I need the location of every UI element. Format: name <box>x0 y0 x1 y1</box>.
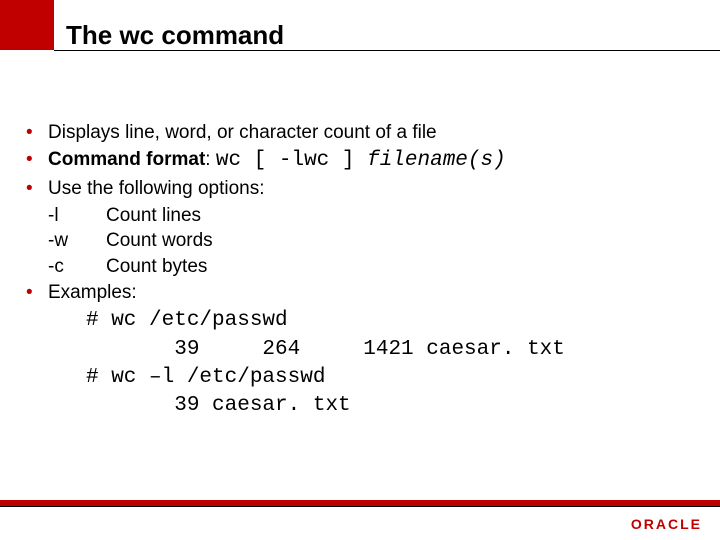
option-desc: Count bytes <box>106 254 207 280</box>
examples-block: # wc /etc/passwd 39 264 1421 caesar. txt… <box>86 307 694 420</box>
options-list: -lCount lines-wCount words-cCount bytes <box>48 203 694 280</box>
corner-accent <box>0 0 54 50</box>
footer-rule <box>0 506 720 507</box>
option-row: -lCount lines <box>48 203 694 229</box>
slide-body: • Displays line, word, or character coun… <box>26 120 694 421</box>
option-flag: -c <box>48 254 106 280</box>
bullet-icon: • <box>26 147 48 173</box>
colon: : <box>205 149 216 170</box>
bullet-item: • Examples: <box>26 280 694 306</box>
option-row: -cCount bytes <box>48 254 694 280</box>
bullet-item: • Use the following options: <box>26 176 694 202</box>
command-arg: filename(s) <box>367 149 506 172</box>
bullet-text: Command format: wc [ -lwc ] filename(s) <box>48 147 694 175</box>
option-flag: -l <box>48 203 106 229</box>
label-command-format: Command format <box>48 149 205 170</box>
option-desc: Count words <box>106 228 213 254</box>
bullet-text: Examples: <box>48 280 694 306</box>
bullet-item: • Displays line, word, or character coun… <box>26 120 694 146</box>
option-row: -wCount words <box>48 228 694 254</box>
bullet-item: • Command format: wc [ -lwc ] filename(s… <box>26 147 694 175</box>
bullet-icon: • <box>26 176 48 202</box>
title-rule <box>54 50 720 51</box>
bullet-text: Use the following options: <box>48 176 694 202</box>
option-desc: Count lines <box>106 203 201 229</box>
bullet-text: Displays line, word, or character count … <box>48 120 694 146</box>
command-syntax: wc [ -lwc ] <box>216 149 367 172</box>
bullet-icon: • <box>26 120 48 146</box>
option-flag: -w <box>48 228 106 254</box>
slide-title: The wc command <box>66 20 284 51</box>
oracle-logo: ORACLE <box>631 516 702 532</box>
bullet-icon: • <box>26 280 48 306</box>
